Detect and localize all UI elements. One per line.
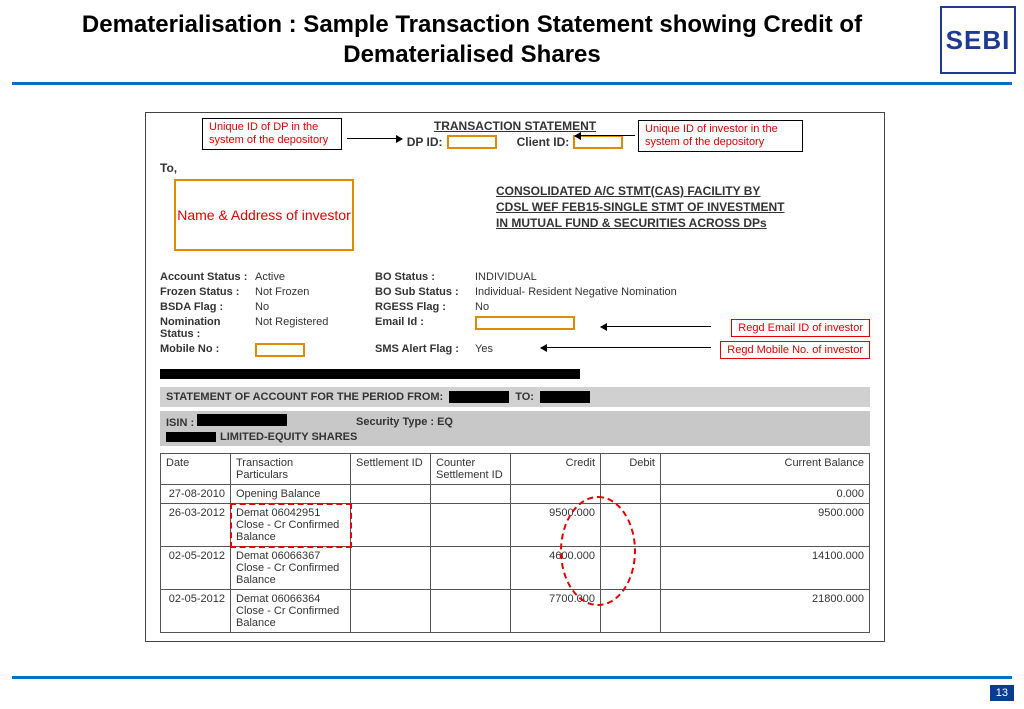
cell-credit: 7700.000 [511,590,601,633]
arrow-icon [541,347,711,348]
table-row: 02-05-2012 Demat 06066367 Close - Cr Con… [161,547,870,590]
arrow-icon [575,135,635,136]
company-redacted [166,432,216,442]
cell-date: 02-05-2012 [161,547,231,590]
cell-balance: 14100.000 [661,547,870,590]
table-row: 02-05-2012 Demat 06066364 Close - Cr Con… [161,590,870,633]
col-date: Date [161,454,231,485]
dp-id-label: DP ID: [407,135,443,149]
period-from-label: STATEMENT OF ACCOUNT FOR THE PERIOD FROM… [166,391,443,403]
consol-line-1: CONSOLIDATED A/C STMT(CAS) FACILITY BY [496,183,784,199]
bsda-flag-label: BSDA Flag : [160,301,255,313]
col-credit: Credit [511,454,601,485]
cell-date: 27-08-2010 [161,485,231,504]
period-to-redacted [540,391,590,403]
bo-status-label: BO Status : [375,271,475,283]
client-id-label: Client ID: [517,135,570,149]
email-id-field [475,316,575,330]
table-row: 26-03-2012 Demat 06042951 Close - Cr Con… [161,504,870,547]
security-name: LIMITED-EQUITY SHARES [220,431,357,443]
email-id-label: Email Id : [375,316,475,340]
period-to-label: TO: [515,391,534,403]
col-settlement: Settlement ID [351,454,431,485]
mobile-callout: Regd Mobile No. of investor [720,341,870,359]
nomination-status-label: Nomination Status : [160,316,255,340]
client-id-callout: Unique ID of investor in the system of t… [638,120,803,152]
col-particulars: Transaction Particulars [231,454,351,485]
table-header-row: Date Transaction Particulars Settlement … [161,454,870,485]
redacted-bar [160,369,580,379]
sms-alert-label: SMS Alert Flag : [375,343,475,360]
col-counter-settlement: Counter Settlement ID [431,454,511,485]
cell-particulars-highlighted: Demat 06042951 Close - Cr Confirmed Bala… [231,504,351,547]
rgess-flag-label: RGESS Flag : [375,301,475,313]
mobile-no-label: Mobile No : [160,343,255,360]
to-label: To, [160,161,177,175]
dp-id-callout: Unique ID of DP in the system of the dep… [202,118,342,150]
cell-particulars: Demat 06066364 Close - Cr Confirmed Bala… [231,590,351,633]
isin-row: ISIN : Security Type : EQ LIMITED-EQUITY… [160,411,870,446]
account-status-value: Active [255,271,375,283]
isin-redacted [197,414,287,426]
cell-credit [511,485,601,504]
nomination-status-value: Not Registered [255,316,375,340]
cell-date: 02-05-2012 [161,590,231,633]
period-from-redacted [449,391,509,403]
cell-balance: 21800.000 [661,590,870,633]
page-number: 13 [990,685,1014,701]
bottom-divider [12,676,1012,679]
name-address-box: Name & Address of investor [174,179,354,251]
frozen-status-value: Not Frozen [255,286,375,298]
top-divider [12,82,1012,85]
bo-status-value: INDIVIDUAL [475,271,870,283]
frozen-status-label: Frozen Status : [160,286,255,298]
security-type: Security Type : EQ [356,416,864,428]
col-balance: Current Balance [661,454,870,485]
mobile-no-field [255,343,305,357]
arrow-icon [601,326,711,327]
statement-period-row: STATEMENT OF ACCOUNT FOR THE PERIOD FROM… [160,387,870,407]
bo-sub-status-label: BO Sub Status : [375,286,475,298]
consol-line-2: CDSL WEF FEB15-SINGLE STMT OF INVESTMENT [496,199,784,215]
arrow-icon [347,138,402,139]
cell-balance: 9500.000 [661,504,870,547]
account-status-label: Account Status : [160,271,255,283]
sebi-logo: SEBI [940,6,1016,74]
consolidated-note: CONSOLIDATED A/C STMT(CAS) FACILITY BY C… [496,183,784,232]
isin-label: ISIN : [166,417,194,429]
cell-balance: 0.000 [661,485,870,504]
cell-credit: 9500.000 [511,504,601,547]
email-callout: Regd Email ID of investor [731,319,870,337]
cell-date: 26-03-2012 [161,504,231,547]
bo-sub-status-value: Individual- Resident Negative Nomination [475,286,870,298]
bsda-flag-value: No [255,301,375,313]
table-row: 27-08-2010 Opening Balance 0.000 [161,485,870,504]
cell-particulars: Demat 06066367 Close - Cr Confirmed Bala… [231,547,351,590]
cell-particulars: Opening Balance [231,485,351,504]
col-debit: Debit [601,454,661,485]
slide-title: Dematerialisation : Sample Transaction S… [0,0,1024,78]
transaction-table: Date Transaction Particulars Settlement … [160,453,870,633]
dp-id-field [447,135,497,149]
rgess-flag-value: No [475,301,870,313]
cell-credit: 4600.000 [511,547,601,590]
transaction-statement-document: TRANSACTION STATEMENT DP ID: Client ID: … [145,112,885,642]
consol-line-3: IN MUTUAL FUND & SECURITIES ACROSS DPs [496,215,784,231]
